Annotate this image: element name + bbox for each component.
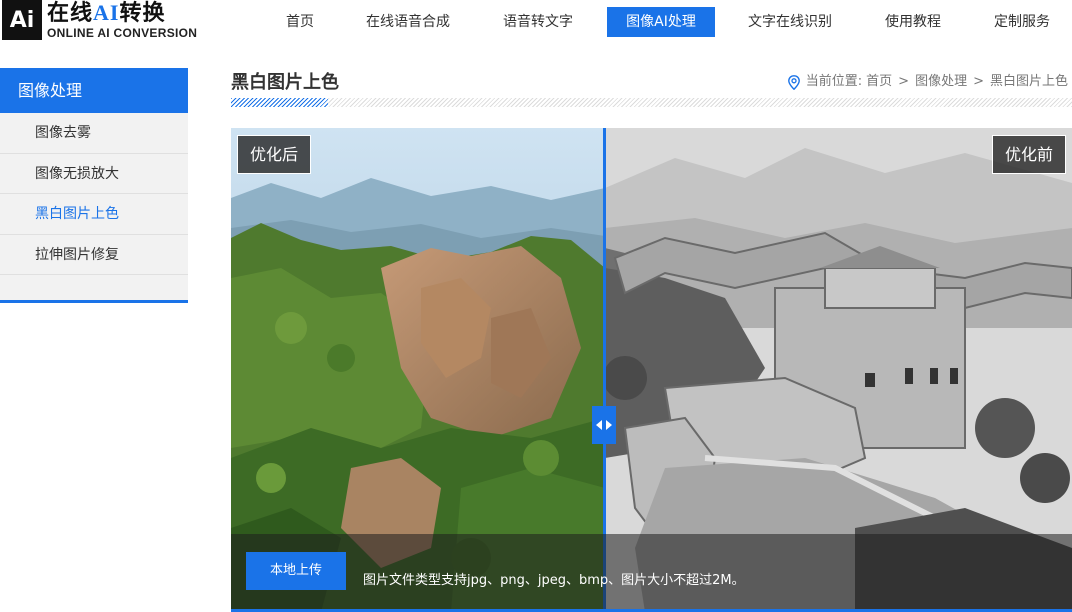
upload-hint: 图片文件类型支持jpg、png、jpeg、bmp、图片大小不超过2M。	[363, 573, 745, 588]
nav-item-home[interactable]: 首页	[271, 7, 329, 37]
breadcrumb-image-processing[interactable]: 图像处理	[915, 73, 967, 91]
sidebar-item-dehaze[interactable]: 图像去雾	[0, 113, 188, 154]
nav-item-ocr[interactable]: 文字在线识别	[738, 7, 842, 37]
label-before: 优化前	[991, 135, 1066, 174]
nav-item-image-ai[interactable]: 图像AI处理	[607, 7, 715, 37]
upload-bar: 本地上传 图片文件类型支持jpg、png、jpeg、bmp、图片大小不超过2M。	[231, 534, 1072, 612]
image-compare-viewer[interactable]: 优化后 优化前 本地上传 图片文件类型支持jpg、png、jpeg、bmp、图片…	[231, 128, 1072, 612]
sidebar: 图像处理 图像去雾 图像无损放大 黑白图片上色 拉伸图片修复	[0, 68, 188, 303]
nav-item-asr[interactable]: 语音转文字	[492, 7, 584, 37]
sidebar-item-upscale[interactable]: 图像无损放大	[0, 154, 188, 194]
breadcrumb-separator: >	[973, 74, 984, 89]
sidebar-item-colorize[interactable]: 黑白图片上色	[0, 194, 188, 235]
nav-item-tutorial[interactable]: 使用教程	[874, 7, 952, 37]
location-pin-icon	[787, 74, 800, 90]
page-title: 黑白图片上色	[231, 72, 339, 93]
sidebar-heading: 图像处理	[0, 68, 188, 113]
sidebar-item-stretch-repair[interactable]: 拉伸图片修复	[0, 235, 188, 275]
breadcrumb-separator: >	[898, 74, 910, 89]
breadcrumb-prefix: 当前位置:	[805, 74, 863, 89]
sidebar-list: 图像去雾 图像无损放大 黑白图片上色 拉伸图片修复	[0, 113, 188, 303]
breadcrumb-home[interactable]: 首页	[866, 73, 892, 91]
nav-item-tts[interactable]: 在线语音合成	[356, 7, 460, 37]
upload-button[interactable]: 本地上传	[246, 552, 346, 590]
label-after: 优化后	[237, 135, 312, 174]
title-divider	[231, 98, 1072, 107]
breadcrumb-current[interactable]: 黑白图片上色	[990, 73, 1068, 91]
nav-item-custom[interactable]: 定制服务	[983, 7, 1061, 37]
left-right-arrows-icon[interactable]	[592, 406, 616, 444]
breadcrumb: 当前位置: 首页 > 图像处理 > 黑白图片上色	[787, 73, 1068, 91]
header: Ai 在线AI转换 ONLINE AI CONVERSION 首页 在线语音合成…	[0, 0, 1072, 56]
title-divider-accent	[231, 98, 328, 107]
main-nav: 首页 在线语音合成 语音转文字 图像AI处理 文字在线识别 使用教程 定制服务	[0, 7, 1072, 37]
